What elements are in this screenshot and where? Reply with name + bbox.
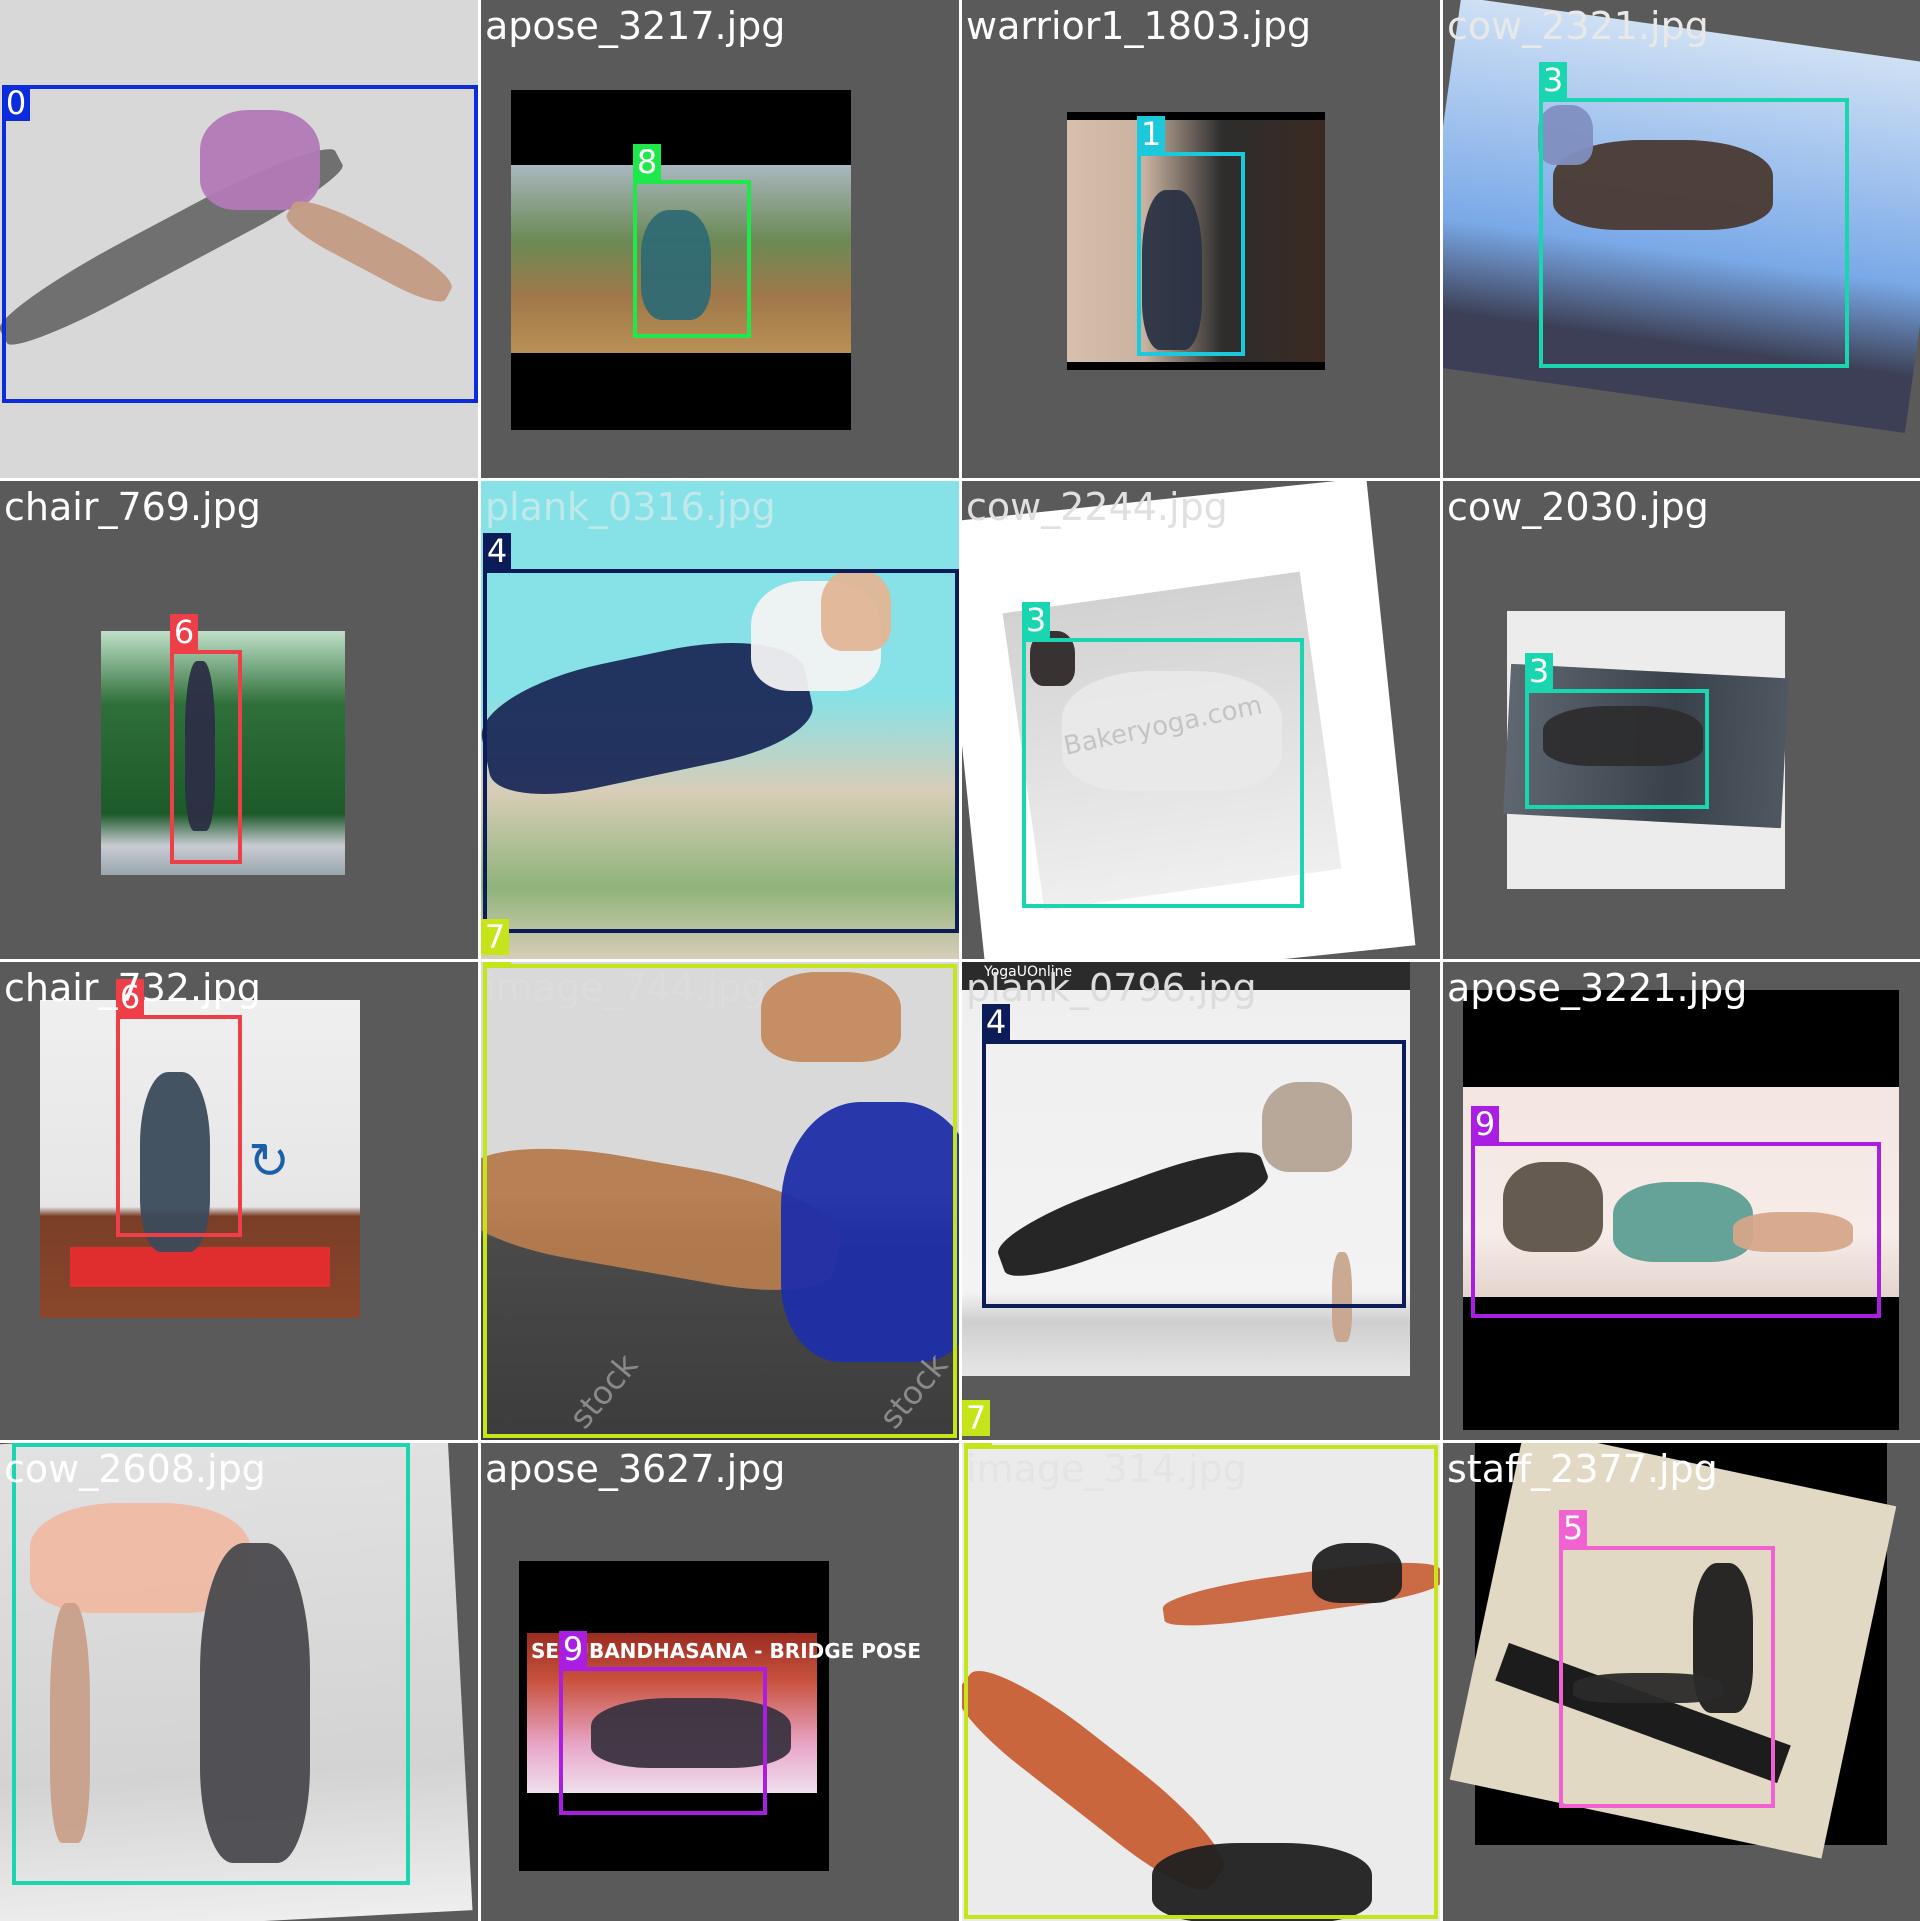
tile-8: 3 cow_2030.jpg — [1443, 481, 1920, 959]
class-label: 3 — [1539, 62, 1567, 98]
bounding-box: 6 — [170, 614, 242, 864]
tile-9: ↻ 6 chair_732.jpg — [0, 962, 478, 1440]
image-filename: chair_769.jpg — [4, 485, 261, 529]
class-label: 8 — [633, 144, 661, 180]
bounding-box: 6 — [116, 979, 242, 1237]
tile-10: stock stock 7image_744.jpg — [481, 962, 959, 1440]
tile-4: 3 cow_2321.jpg — [1443, 0, 1920, 478]
image-filename: staff_2377.jpg — [1447, 1447, 1718, 1491]
image-filename: chair_732.jpg — [4, 966, 261, 1010]
tile-14: SETUBANDHASANA - BRIDGE POSE 9 apose_3627… — [481, 1443, 959, 1921]
yoga-mat — [70, 1247, 330, 1287]
bounding-box: 9 — [1471, 1106, 1881, 1318]
class-label: 3 — [1525, 653, 1553, 689]
tile-12: 9 apose_3221.jpg — [1443, 962, 1920, 1440]
image-filename: apose_3217.jpg — [485, 4, 786, 48]
image-filename: apose_3627.jpg — [485, 1447, 786, 1491]
tile-13: 3cow_2608.jpg — [0, 1443, 478, 1921]
image-filename: apose_3221.jpg — [1447, 966, 1748, 1010]
image-filename: cow_2321.jpg — [1447, 4, 1709, 48]
tile-5: 6 chair_769.jpg — [0, 481, 478, 959]
bounding-box: 8 — [633, 144, 751, 338]
tile-6: 4 7 plank_0316.jpg — [481, 481, 959, 959]
image-filename: plank_0796.jpg — [966, 966, 1257, 1010]
tile-7: Bakeryoga.com 3 cow_2244.jpg — [962, 481, 1440, 959]
bounding-box: 7 — [483, 962, 957, 1438]
class-label: 9 — [559, 1631, 587, 1667]
image-filename: warrior1_1803.jpg — [966, 4, 1312, 48]
bounding-box: 3 — [1022, 602, 1304, 908]
tile-1: 0 downwardfacingdog_1716.jpg — [0, 0, 478, 478]
bounding-box: 4 — [982, 1004, 1406, 1308]
image-filename: cow_2608.jpg — [4, 1447, 266, 1491]
class-label: 7 — [964, 1443, 992, 1445]
bounding-box: 3 — [12, 1443, 410, 1885]
image-filename: image_314.jpg — [966, 1447, 1247, 1491]
banner-text: SETUBANDHASANA - BRIDGE POSE — [531, 1639, 922, 1663]
tile-3: 1 warrior1_1803.jpg — [962, 0, 1440, 478]
tile-2: 8 apose_3217.jpg — [481, 0, 959, 478]
bounding-box: 9 — [559, 1631, 767, 1815]
image-filename: plank_0316.jpg — [485, 485, 776, 529]
bounding-box: 3 — [1525, 653, 1709, 809]
class-label: 6 — [170, 614, 198, 650]
arrow-graphic: ↻ — [248, 1132, 290, 1190]
class-label: 1 — [1137, 116, 1165, 152]
bounding-box: 4 — [483, 533, 959, 933]
tile-16: 5 staff_2377.jpg — [1443, 1443, 1920, 1921]
class-label: 4 — [483, 533, 511, 569]
image-filename: image_744.jpg — [485, 966, 766, 1010]
class-label: 3 — [1022, 602, 1050, 638]
tile-15: 7 image_314.jpg — [962, 1443, 1440, 1921]
bounding-box: 5 — [1559, 1510, 1775, 1808]
bounding-box: 3 — [1539, 62, 1849, 368]
class-label: 7 — [483, 962, 511, 964]
class-label: 0 — [2, 85, 30, 121]
image-filename: downwardfacingdog_1716.jpg — [4, 4, 478, 48]
tile-11: YogaUOnline 4 7 plank_0796.jpg — [962, 962, 1440, 1440]
image-filename: cow_2244.jpg — [966, 485, 1228, 529]
class-label: 9 — [1471, 1106, 1499, 1142]
bounding-box: 7 — [964, 1443, 1438, 1919]
image-filename: cow_2030.jpg — [1447, 485, 1709, 529]
class-label: 5 — [1559, 1510, 1587, 1546]
bounding-box: 0 — [2, 85, 478, 403]
class-label: 7 — [481, 919, 509, 955]
image-mosaic: 0 downwardfacingdog_1716.jpg 8 apose_3217.… — [0, 0, 1920, 1921]
bounding-box: 1 — [1137, 116, 1245, 356]
class-label: 7 — [962, 1400, 990, 1436]
